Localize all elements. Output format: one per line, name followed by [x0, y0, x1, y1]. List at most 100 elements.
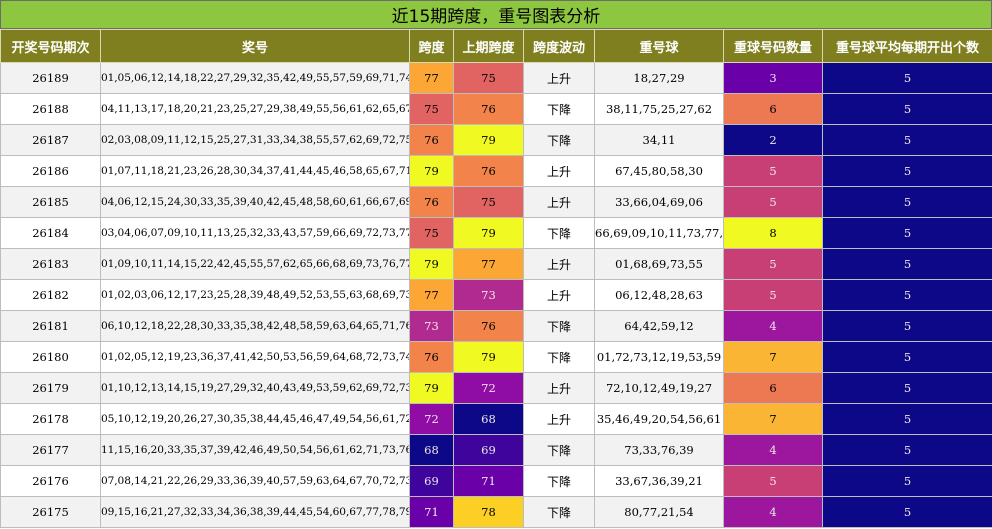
avg-cell: 5 [822, 279, 992, 311]
numbers-cell: 02,03,08,09,11,12,15,25,27,31,33,34,38,5… [100, 124, 410, 156]
avg-cell: 5 [822, 465, 992, 497]
span-cell: 68 [409, 434, 454, 466]
prev-span-cell: 78 [453, 496, 524, 528]
numbers-cell: 04,06,12,15,24,30,33,35,39,40,42,45,48,5… [100, 186, 410, 218]
repeat-count-cell: 7 [723, 341, 823, 373]
table-row: 26177 11,15,16,20,33,35,37,39,42,46,49,50… [0, 434, 992, 466]
table-row: 26175 09,15,16,21,27,32,33,34,36,38,39,44… [0, 496, 992, 528]
table-row: 26183 01,09,10,11,14,15,22,42,45,55,57,62… [0, 248, 992, 280]
avg-cell: 5 [822, 186, 992, 218]
repeat-count-cell: 5 [723, 248, 823, 280]
period-cell: 26178 [0, 403, 101, 435]
numbers-cell: 01,05,06,12,14,18,22,27,29,32,35,42,49,5… [100, 62, 410, 94]
header-repeat-count: 重球号码数量 [723, 29, 823, 63]
repeat-count-cell: 5 [723, 465, 823, 497]
period-cell: 26185 [0, 186, 101, 218]
repeat-count-cell: 8 [723, 217, 823, 249]
numbers-cell: 01,09,10,11,14,15,22,42,45,55,57,62,65,6… [100, 248, 410, 280]
period-cell: 26180 [0, 341, 101, 373]
avg-cell: 5 [822, 62, 992, 94]
period-cell: 26184 [0, 217, 101, 249]
header-period: 开奖号码期次 [0, 29, 101, 63]
avg-cell: 5 [822, 341, 992, 373]
repeat-count-cell: 3 [723, 62, 823, 94]
period-cell: 26177 [0, 434, 101, 466]
numbers-cell: 04,11,13,17,18,20,21,23,25,27,29,38,49,5… [100, 93, 410, 125]
wave-cell: 下降 [523, 217, 595, 249]
numbers-cell: 06,10,12,18,22,28,30,33,35,38,42,48,58,5… [100, 310, 410, 342]
span-cell: 76 [409, 186, 454, 218]
span-cell: 77 [409, 279, 454, 311]
repeat-cell: 33,67,36,39,21 [594, 465, 724, 497]
span-cell: 79 [409, 372, 454, 404]
numbers-cell: 01,02,05,12,19,23,36,37,41,42,50,53,56,5… [100, 341, 410, 373]
wave-cell: 下降 [523, 341, 595, 373]
table-row: 26178 05,10,12,19,20,26,27,30,35,38,44,45… [0, 403, 992, 435]
wave-cell: 下降 [523, 310, 595, 342]
analysis-table: 开奖号码期次 奖号 跨度 上期跨度 跨度波动 重号球 重球号码数量 重号球平均每… [0, 29, 992, 528]
period-cell: 26188 [0, 93, 101, 125]
span-cell: 79 [409, 248, 454, 280]
repeat-cell: 06,12,48,28,63 [594, 279, 724, 311]
repeat-cell: 64,42,59,12 [594, 310, 724, 342]
wave-cell: 下降 [523, 496, 595, 528]
table-row: 26189 01,05,06,12,14,18,22,27,29,32,35,42… [0, 62, 992, 94]
table-row: 26180 01,02,05,12,19,23,36,37,41,42,50,53… [0, 341, 992, 373]
repeat-count-cell: 4 [723, 434, 823, 466]
wave-cell: 上升 [523, 155, 595, 187]
span-cell: 69 [409, 465, 454, 497]
prev-span-cell: 69 [453, 434, 524, 466]
wave-cell: 下降 [523, 465, 595, 497]
header-wave: 跨度波动 [523, 29, 595, 63]
header-avg: 重号球平均每期开出个数 [822, 29, 992, 63]
avg-cell: 5 [822, 372, 992, 404]
table-row: 26179 01,10,12,13,14,15,19,27,29,32,40,43… [0, 372, 992, 404]
header-numbers: 奖号 [100, 29, 410, 63]
prev-span-cell: 72 [453, 372, 524, 404]
repeat-cell: 67,45,80,58,30 [594, 155, 724, 187]
repeat-count-cell: 4 [723, 496, 823, 528]
avg-cell: 5 [822, 496, 992, 528]
repeat-cell: 01,68,69,73,55 [594, 248, 724, 280]
table-body: 26189 01,05,06,12,14,18,22,27,29,32,35,42… [0, 62, 992, 528]
numbers-cell: 03,04,06,07,09,10,11,13,25,32,33,43,57,5… [100, 217, 410, 249]
repeat-cell: 01,72,73,12,19,53,59 [594, 341, 724, 373]
numbers-cell: 01,02,03,06,12,17,23,25,28,39,48,49,52,5… [100, 279, 410, 311]
numbers-cell: 09,15,16,21,27,32,33,34,36,38,39,44,45,5… [100, 496, 410, 528]
prev-span-cell: 68 [453, 403, 524, 435]
wave-cell: 上升 [523, 248, 595, 280]
numbers-cell: 07,08,14,21,22,26,29,33,36,39,40,57,59,6… [100, 465, 410, 497]
wave-cell: 上升 [523, 403, 595, 435]
table-title: 近15期跨度，重号图表分析 [0, 0, 992, 29]
span-cell: 76 [409, 341, 454, 373]
span-cell: 71 [409, 496, 454, 528]
repeat-count-cell: 5 [723, 155, 823, 187]
span-cell: 75 [409, 93, 454, 125]
table-row: 26176 07,08,14,21,22,26,29,33,36,39,40,57… [0, 465, 992, 497]
avg-cell: 5 [822, 155, 992, 187]
period-cell: 26183 [0, 248, 101, 280]
prev-span-cell: 79 [453, 217, 524, 249]
prev-span-cell: 75 [453, 62, 524, 94]
period-cell: 26187 [0, 124, 101, 156]
prev-span-cell: 76 [453, 155, 524, 187]
repeat-cell: 72,10,12,49,19,27 [594, 372, 724, 404]
header-span: 跨度 [409, 29, 454, 63]
span-cell: 73 [409, 310, 454, 342]
table-row: 26188 04,11,13,17,18,20,21,23,25,27,29,38… [0, 93, 992, 125]
wave-cell: 上升 [523, 62, 595, 94]
numbers-cell: 01,10,12,13,14,15,19,27,29,32,40,43,49,5… [100, 372, 410, 404]
repeat-cell: 38,11,75,25,27,62 [594, 93, 724, 125]
period-cell: 26182 [0, 279, 101, 311]
span-cell: 72 [409, 403, 454, 435]
prev-span-cell: 77 [453, 248, 524, 280]
wave-cell: 下降 [523, 93, 595, 125]
repeat-cell: 73,33,76,39 [594, 434, 724, 466]
repeat-count-cell: 7 [723, 403, 823, 435]
repeat-count-cell: 5 [723, 279, 823, 311]
wave-cell: 上升 [523, 186, 595, 218]
avg-cell: 5 [822, 93, 992, 125]
avg-cell: 5 [822, 217, 992, 249]
repeat-cell: 66,69,09,10,11,73,77,57 [594, 217, 724, 249]
repeat-count-cell: 6 [723, 93, 823, 125]
